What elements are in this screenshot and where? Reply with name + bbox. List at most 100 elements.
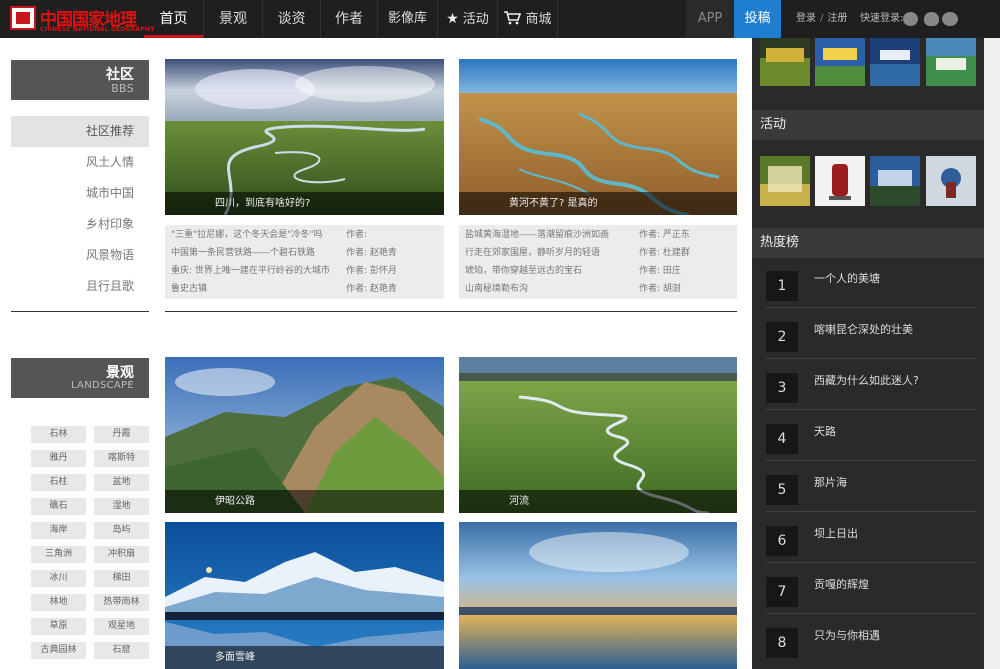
rank-title: 一个人的美塘 — [814, 272, 880, 285]
rank-number: 5 — [766, 475, 798, 505]
landscape-tag[interactable]: 石窟 — [94, 642, 149, 659]
nav-activities[interactable]: ★ 活动 — [438, 0, 498, 38]
rank-number: 1 — [766, 271, 798, 301]
hot-list-item[interactable]: 8 只为与你相遇 — [766, 617, 976, 665]
event-thumbnail[interactable] — [926, 38, 976, 86]
article-title-link[interactable]: "三重"拉尼娜，这个冬天会是"冷冬"吗 — [171, 226, 323, 244]
qq-icon[interactable] — [924, 12, 939, 26]
quick-login-label: 快速登录: — [860, 13, 904, 24]
landscape-tag[interactable]: 热带雨林 — [94, 594, 149, 611]
weibo-icon[interactable] — [903, 12, 918, 26]
landscape-tag[interactable]: 草原 — [31, 618, 86, 635]
hot-list-item[interactable]: 5 那片海 — [766, 464, 976, 512]
article-author: 作者: 严正东 — [639, 230, 690, 240]
article-title-link[interactable]: 琥珀，带你穿越至远古的宝石 — [465, 262, 582, 280]
landscape-tag[interactable]: 冲积扇 — [94, 546, 149, 563]
login-separator: / — [820, 13, 824, 24]
activity-thumbnail[interactable] — [926, 156, 976, 206]
register-link[interactable]: 注册 — [827, 13, 847, 24]
article-author: 作者: 杜建群 — [639, 248, 690, 258]
landscape-tag[interactable]: 石林 — [31, 426, 86, 443]
community-category-scenery[interactable]: 风景物语 — [11, 240, 149, 271]
hot-list-item[interactable]: 1 一个人的美塘 — [766, 260, 976, 308]
event-thumbnail[interactable] — [760, 38, 810, 86]
event-thumbnail-image — [760, 38, 810, 86]
landscape-tag[interactable]: 盆地 — [94, 474, 149, 491]
landscape-tag[interactable]: 岛屿 — [94, 522, 149, 539]
hot-list-item[interactable]: 6 坝上日出 — [766, 515, 976, 563]
article-title-link[interactable]: 中国第一条民营铁路——个碧石铁路 — [171, 244, 315, 262]
rank-title: 天路 — [814, 425, 836, 438]
landscape-photo-card[interactable]: 多面雪峰 — [165, 522, 444, 669]
landscape-tag[interactable]: 观星地 — [94, 618, 149, 635]
landscape-tag[interactable]: 喀斯特 — [94, 450, 149, 467]
landscape-tag[interactable]: 海岸 — [31, 522, 86, 539]
community-article-list: 盐城黄海湿地——落潮留痕沙洲如画 行走在郊家国屋，静听岁月的轻语 琥珀，带你穿越… — [459, 225, 737, 299]
community-category-recommended[interactable]: 社区推荐 — [11, 116, 149, 147]
article-author: 作者: 田庄 — [639, 266, 681, 276]
landscape-tag[interactable]: 古典园林 — [31, 642, 86, 659]
landscape-photo-card[interactable]: 伊昭公路 — [165, 357, 444, 513]
nav-landscape[interactable]: 景观 — [204, 0, 263, 38]
landscape-tag[interactable]: 冰川 — [31, 570, 86, 587]
article-author: 作者: 赵艳青 — [346, 284, 397, 294]
nav-shop[interactable]: 商城 — [498, 0, 558, 38]
activity-thumbnail[interactable] — [815, 156, 865, 206]
rank-number: 3 — [766, 373, 798, 403]
community-photo-card[interactable]: 黄河不黄了? 是真的 — [459, 59, 737, 215]
landscape-tag[interactable]: 三角洲 — [31, 546, 86, 563]
photo-caption: 多面雪峰 — [165, 646, 444, 669]
event-thumbnail[interactable] — [870, 38, 920, 86]
landscape-photo-card[interactable] — [459, 522, 737, 669]
nav-talk[interactable]: 谈资 — [263, 0, 321, 38]
landscape-tag[interactable]: 林地 — [31, 594, 86, 611]
activity-section-header: 活动 — [752, 110, 984, 140]
article-title-link[interactable]: 重庆: 世界上唯一建在平行岭谷的大城市 — [171, 262, 330, 280]
landscape-tag[interactable]: 礁石 — [31, 498, 86, 515]
community-section-header: 社区 BBS — [11, 60, 149, 100]
article-title-link[interactable]: 盐城黄海湿地——落潮留痕沙洲如画 — [465, 226, 609, 244]
rank-title: 贡嘎的辉煌 — [814, 578, 869, 591]
community-photo-card[interactable]: 四川，到底有啥好的? — [165, 59, 444, 215]
rank-number: 4 — [766, 424, 798, 454]
nav-authors[interactable]: 作者 — [321, 0, 378, 38]
community-category-travel[interactable]: 且行且歌 — [11, 271, 149, 302]
wechat-icon[interactable] — [942, 12, 958, 26]
community-divider — [165, 311, 737, 312]
shopping-cart-icon — [503, 0, 522, 38]
community-category-customs[interactable]: 风土人情 — [11, 147, 149, 178]
activity-thumbnail-image — [760, 156, 810, 206]
nav-home[interactable]: 首页 — [144, 0, 204, 38]
activity-thumbnail-image — [870, 156, 920, 206]
activity-thumbnail[interactable] — [760, 156, 810, 206]
landscape-tag[interactable]: 梯田 — [94, 570, 149, 587]
rank-number: 7 — [766, 577, 798, 607]
rank-number: 8 — [766, 628, 798, 658]
landscape-tag[interactable]: 湿地 — [94, 498, 149, 515]
rank-title: 西藏为什么如此迷人? — [814, 374, 919, 387]
article-title-link[interactable]: 行走在郊家国屋，静听岁月的轻语 — [465, 244, 600, 262]
hot-list-item[interactable]: 2 喀喇昆仑深处的壮美 — [766, 311, 976, 359]
contribute-button[interactable]: 投稿 — [734, 0, 781, 38]
landscape-tag[interactable]: 石柱 — [31, 474, 86, 491]
activity-thumbnail[interactable] — [870, 156, 920, 206]
hot-list-item[interactable]: 7 贡嘎的辉煌 — [766, 566, 976, 614]
login-links: 登录 / 注册 — [796, 0, 847, 38]
hot-list-item[interactable]: 3 西藏为什么如此迷人? — [766, 362, 976, 410]
sidebar-divider — [11, 311, 149, 312]
app-button[interactable]: APP — [686, 0, 734, 38]
community-category-city[interactable]: 城市中国 — [11, 178, 149, 209]
hot-list-item[interactable]: 4 天路 — [766, 413, 976, 461]
photo-caption: 黄河不黄了? 是真的 — [459, 192, 737, 215]
site-logo[interactable]: 中国国家地理 CHINESE NATIONAL GEOGRAPHY — [10, 2, 155, 36]
landscape-photo-card[interactable]: 河流 — [459, 357, 737, 513]
article-title-link[interactable]: 鲁史古镇 — [171, 280, 207, 298]
landscape-tag[interactable]: 雅丹 — [31, 450, 86, 467]
login-link[interactable]: 登录 — [796, 13, 816, 24]
event-thumbnail[interactable] — [815, 38, 865, 86]
nav-image-library[interactable]: 影像库 — [378, 0, 438, 38]
community-category-village[interactable]: 乡村印象 — [11, 209, 149, 240]
article-title-link[interactable]: 山南秘境勒布沟 — [465, 280, 528, 298]
landscape-tag[interactable]: 丹霞 — [94, 426, 149, 443]
lake-sunset-photo — [459, 522, 737, 669]
